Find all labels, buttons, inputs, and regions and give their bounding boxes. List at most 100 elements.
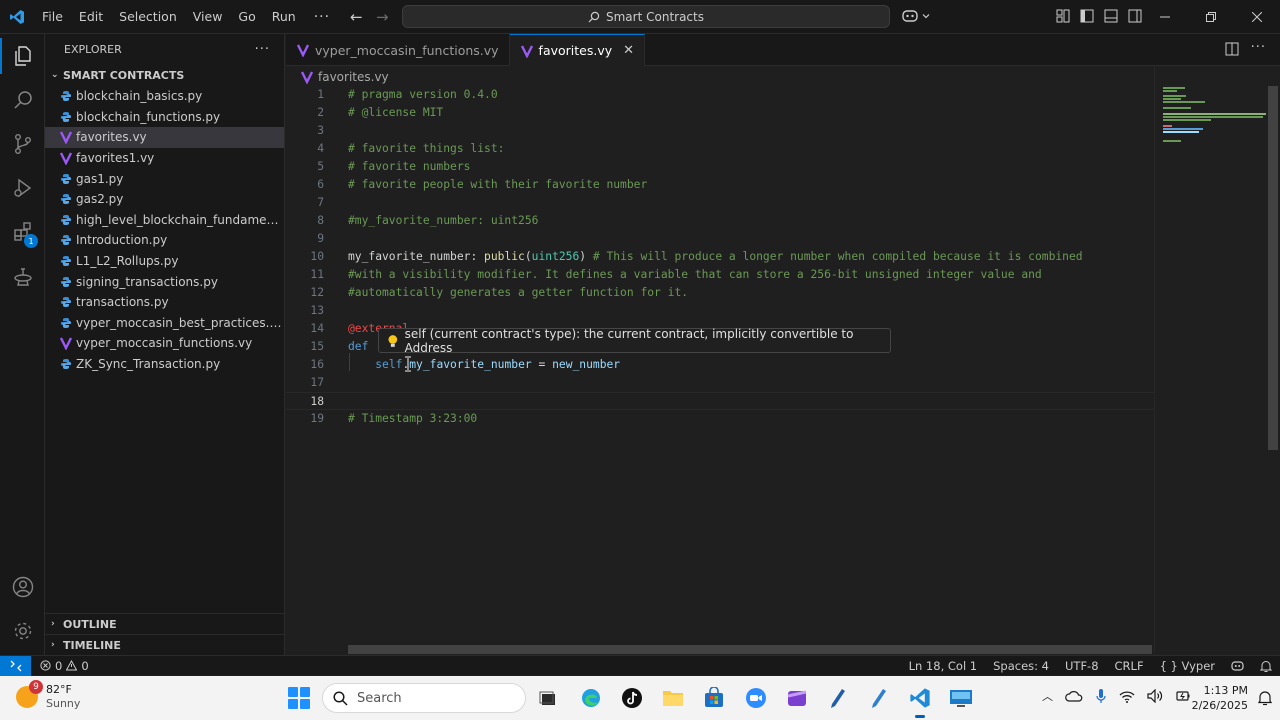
close-window-button[interactable] — [1234, 0, 1280, 34]
remote-explorer-activity-button[interactable] — [0, 254, 45, 298]
folder-smart-contracts[interactable]: ⌄ SMART CONTRACTS — [45, 64, 284, 86]
weather-widget[interactable]: 9 82°F Sunny — [16, 680, 80, 711]
tab-close-button[interactable]: ✕ — [623, 43, 634, 58]
extensions-activity-button[interactable]: 1 — [0, 210, 45, 254]
copilot-button[interactable] — [901, 8, 930, 24]
pen-app-2-taskbar-button[interactable] — [866, 685, 892, 711]
file-item[interactable]: ZK_Sync_Transaction.py — [45, 354, 284, 375]
menu-file[interactable]: File — [34, 0, 71, 34]
file-item[interactable]: blockchain_functions.py — [45, 107, 284, 128]
manage-activity-button[interactable] — [0, 609, 45, 653]
menu-go[interactable]: Go — [230, 0, 263, 34]
file-item[interactable]: Introduction.py — [45, 230, 284, 251]
command-center-search[interactable]: Smart Contracts — [402, 5, 890, 28]
customize-layout-icon[interactable] — [1055, 8, 1071, 24]
start-button[interactable] — [288, 687, 310, 709]
tiktok-taskbar-button[interactable] — [619, 685, 645, 711]
file-item[interactable]: vyper_moccasin_best_practices.py — [45, 313, 284, 334]
file-item[interactable]: gas2.py — [45, 189, 284, 210]
pen-app-taskbar-button[interactable] — [825, 685, 851, 711]
tab-favorites[interactable]: favorites.vy ✕ — [509, 34, 646, 66]
hover-text: self (current contract's type): the curr… — [404, 326, 854, 355]
onedrive-cloud-icon[interactable] — [1065, 690, 1083, 702]
search-activity-button[interactable] — [0, 78, 45, 122]
store-taskbar-button[interactable] — [701, 685, 727, 711]
breadcrumb[interactable]: favorites.vy — [300, 67, 389, 87]
end-of-line[interactable]: CRLF — [1115, 659, 1144, 673]
indentation[interactable]: Spaces: 4 — [993, 659, 1049, 673]
accounts-activity-button[interactable] — [0, 565, 45, 609]
encoding[interactable]: UTF-8 — [1065, 659, 1099, 673]
lightbulb-icon — [388, 334, 398, 347]
python-file-icon — [58, 88, 74, 104]
clipchamp-taskbar-button[interactable] — [784, 685, 810, 711]
split-editor-icon[interactable] — [1225, 42, 1239, 56]
edge-taskbar-button[interactable] — [578, 685, 604, 711]
system-tray: ︿ — [1042, 688, 1191, 704]
braces-icon: { } — [1159, 659, 1178, 673]
weather-alert-badge: 9 — [29, 680, 43, 694]
menu-edit[interactable]: Edit — [71, 0, 111, 34]
editor-more-actions-icon[interactable]: ··· — [1251, 41, 1266, 56]
volume-icon[interactable] — [1147, 689, 1163, 703]
menu-run[interactable]: Run — [264, 0, 304, 34]
toggle-panel-icon[interactable] — [1103, 8, 1119, 24]
search-icon — [333, 690, 348, 706]
code-editor[interactable]: 1 # pragma version 0.4.0 2 # @license MIT … — [286, 86, 1154, 641]
restore-button[interactable] — [1188, 0, 1234, 34]
file-name: blockchain_functions.py — [76, 109, 221, 124]
forward-arrow-icon[interactable]: → — [376, 8, 389, 26]
outline-section[interactable]: › OUTLINE — [45, 613, 285, 634]
tab-vyper-moccasin-functions[interactable]: vyper_moccasin_functions.vy — [286, 34, 510, 66]
remote-desktop-icon — [950, 690, 972, 707]
notification-bell-icon[interactable] — [1258, 690, 1272, 706]
microphone-icon[interactable] — [1095, 688, 1107, 704]
explorer-more-button[interactable]: ··· — [255, 42, 270, 57]
pen-icon — [831, 689, 845, 708]
chevron-up-icon[interactable]: ︿ — [1042, 688, 1053, 704]
file-item[interactable]: gas1.py — [45, 168, 284, 189]
remote-desktop-taskbar-button[interactable] — [948, 685, 974, 711]
menu-more-button[interactable]: ··· — [304, 9, 340, 25]
file-item[interactable]: favorites1.vy — [45, 148, 284, 169]
battery-icon[interactable] — [1175, 689, 1191, 703]
python-file-icon — [58, 171, 74, 187]
text-cursor-icon — [405, 356, 411, 372]
toggle-primary-sidebar-icon[interactable] — [1079, 8, 1095, 24]
explorer-activity-button[interactable] — [0, 34, 45, 78]
menu-selection[interactable]: Selection — [111, 0, 185, 34]
notifications-bell-icon[interactable] — [1260, 660, 1272, 673]
current-line: 18 — [286, 392, 1154, 410]
problems-indicator[interactable]: 0 0 — [31, 659, 89, 673]
file-item[interactable]: transactions.py — [45, 292, 284, 313]
cursor-position[interactable]: Ln 18, Col 1 — [909, 659, 978, 673]
horizontal-scrollbar-thumb[interactable] — [348, 645, 1152, 654]
taskbar-search[interactable]: Search — [322, 683, 526, 713]
toggle-secondary-sidebar-icon[interactable] — [1127, 8, 1143, 24]
error-icon — [40, 660, 51, 671]
zoom-taskbar-button[interactable] — [743, 685, 769, 711]
copilot-status-icon[interactable] — [1231, 660, 1244, 672]
task-view-button[interactable] — [535, 685, 561, 711]
file-item[interactable]: L1_L2_Rollups.py — [45, 251, 284, 272]
file-item[interactable]: signing_transactions.py — [45, 271, 284, 292]
vscode-taskbar-button[interactable] — [907, 685, 933, 718]
vertical-scrollbar-thumb[interactable] — [1268, 86, 1278, 450]
clock[interactable]: 1:13 PM 2/26/2025 — [1192, 683, 1248, 713]
file-item[interactable]: blockchain_basics.py — [45, 86, 284, 107]
minimize-button[interactable] — [1142, 0, 1188, 34]
source-control-activity-button[interactable] — [0, 122, 45, 166]
wifi-icon[interactable] — [1119, 690, 1135, 703]
menu-view[interactable]: View — [185, 0, 231, 34]
file-item[interactable]: favorites.vy — [45, 127, 284, 148]
minimap[interactable] — [1154, 66, 1267, 655]
file-explorer-taskbar-button[interactable] — [660, 685, 686, 711]
timeline-section[interactable]: › TIMELINE — [45, 634, 285, 655]
run-debug-activity-button[interactable] — [0, 166, 45, 210]
language-mode[interactable]: { } Vyper — [1160, 659, 1215, 673]
back-arrow-icon[interactable]: ← — [350, 8, 363, 26]
remote-indicator-button[interactable] — [0, 655, 31, 676]
file-item[interactable]: vyper_moccasin_functions.vy — [45, 333, 284, 354]
file-item[interactable]: high_level_blockchain_fundamentals.... — [45, 210, 284, 231]
flask-icon — [13, 268, 32, 286]
